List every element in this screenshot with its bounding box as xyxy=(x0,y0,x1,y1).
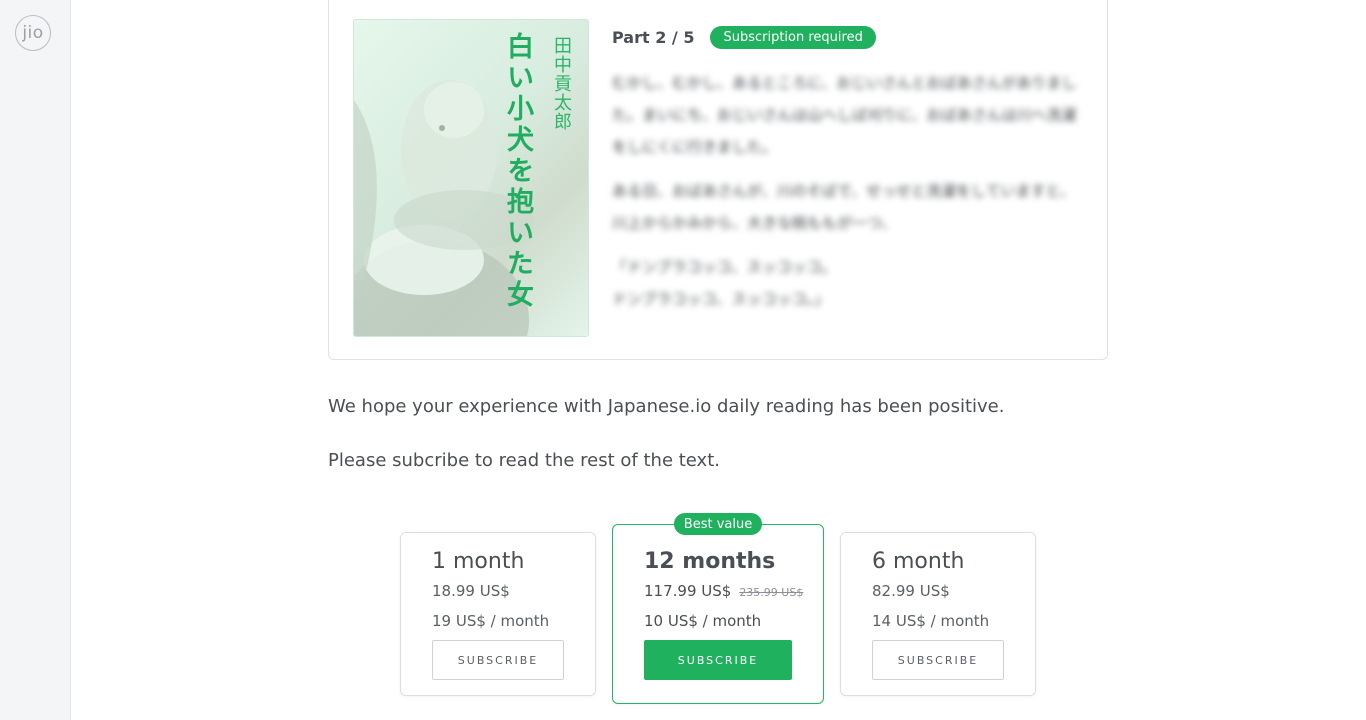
plan-old-price: 235.99 US$ xyxy=(739,586,804,599)
part-label: Part 2 / 5 xyxy=(612,27,695,47)
plan-price: 82.99 US$ xyxy=(872,582,950,600)
sidebar: jio xyxy=(0,0,71,720)
plan-price: 18.99 US$ xyxy=(432,582,510,600)
subscribe-message: Please subcribe to read the rest of the … xyxy=(328,450,720,471)
subscribe-button[interactable]: SUBSCRIBE xyxy=(872,640,1004,680)
plan-card-1-month: 1 month 18.99 US$ 19 US$ / month SUBSCRI… xyxy=(400,532,596,696)
cover-title: 白い小犬を抱いた女 xyxy=(502,32,533,311)
plan-monthly-price: 14 US$ / month xyxy=(872,612,990,630)
cover-author: 田中貢太郎 xyxy=(551,36,572,131)
plan-card-6-month: 6 month 82.99 US$ 14 US$ / month SUBSCRI… xyxy=(840,532,1036,696)
experience-message: We hope your experience with Japanese.io… xyxy=(328,396,1005,417)
plan-name: 1 month xyxy=(432,549,525,574)
blurred-paragraph: ドンブラコッコ、スッコッコ。」 xyxy=(612,290,830,308)
logo[interactable]: jio xyxy=(15,15,51,51)
text-preview-card: 白い小犬を抱いた女 田中貢太郎 Part 2 / 5 Subscription … xyxy=(328,0,1108,360)
book-cover: 白い小犬を抱いた女 田中貢太郎 xyxy=(353,19,589,337)
plan-price-value: 117.99 US$ xyxy=(644,582,732,600)
part-row: Part 2 / 5 Subscription required xyxy=(612,25,876,49)
subscribe-button[interactable]: SUBSCRIBE xyxy=(644,640,792,680)
best-value-badge: Best value xyxy=(674,513,762,535)
plan-price: 117.99 US$ 235.99 US$ xyxy=(644,582,803,600)
subscribe-button[interactable]: SUBSCRIBE xyxy=(432,640,564,680)
subscription-badge: Subscription required xyxy=(710,25,876,49)
blurred-text: むかし、むかし、あるところに、おじいさんとおばあさんがありました。まいにち、おじ… xyxy=(612,67,1082,327)
blurred-paragraph: むかし、むかし、あるところに、おじいさんとおばあさんがありました。まいにち、おじ… xyxy=(612,74,1077,156)
blurred-paragraph: ある日、おばあさんが、川のそばで、せっせと洗濯をしていますと、川上からかみから、… xyxy=(612,182,1076,232)
plan-name: 12 months xyxy=(644,549,776,574)
plan-name: 6 month xyxy=(872,549,965,574)
plan-monthly-price: 19 US$ / month xyxy=(432,612,550,630)
plan-card-12-months: 12 months 117.99 US$ 235.99 US$ 10 US$ / … xyxy=(612,524,824,704)
blurred-paragraph: 「ドンブラコッコ、スッコッコ。 xyxy=(612,258,837,276)
plan-monthly-price: 10 US$ / month xyxy=(644,612,762,630)
